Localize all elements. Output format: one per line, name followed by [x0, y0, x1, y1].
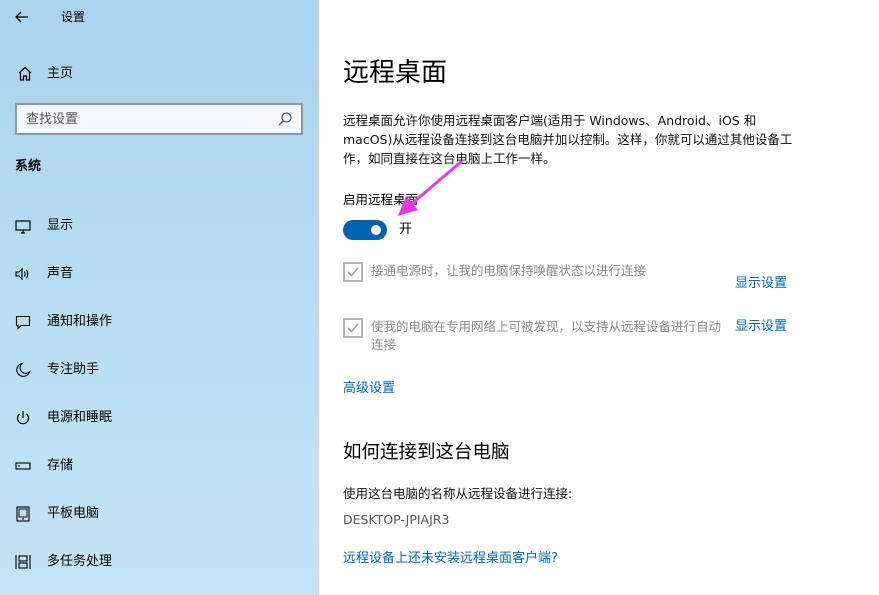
- tablet-icon: [16, 506, 30, 522]
- enable-remote-desktop-toggle[interactable]: [343, 220, 387, 240]
- keep-awake-checkbox[interactable]: [343, 262, 363, 282]
- sidebar-section-title: 系统: [15, 159, 42, 174]
- back-button[interactable]: [8, 5, 36, 29]
- page-title: 远程桌面: [343, 58, 448, 88]
- sidebar-item-storage[interactable]: 存储: [0, 450, 319, 482]
- title-bar: 设置: [0, 0, 319, 34]
- discoverable-label: 使我的电脑在专用网络上可被发现，以支持从远程设备进行自动连接: [371, 319, 722, 352]
- storage-icon: [15, 462, 31, 470]
- sidebar-item-label: 声音: [47, 266, 74, 281]
- sidebar-item-home[interactable]: 主页: [0, 60, 319, 88]
- monitor-icon: [15, 220, 31, 234]
- home-icon: [18, 66, 32, 81]
- sidebar-item-multitasking[interactable]: 多任务处理: [0, 546, 319, 578]
- sidebar-item-label: 通知和操作: [47, 314, 113, 329]
- checkmark-icon: [347, 323, 359, 333]
- moon-icon: [16, 362, 31, 377]
- sidebar-item-display[interactable]: 显示: [0, 210, 319, 242]
- display-settings-link-1[interactable]: 显示设置: [735, 276, 787, 292]
- back-arrow-icon: [15, 11, 28, 23]
- checkmark-icon: [347, 267, 359, 277]
- advanced-settings-link[interactable]: 高级设置: [343, 381, 395, 397]
- search-icon[interactable]: [277, 111, 293, 127]
- speaker-icon: [15, 267, 29, 281]
- toggle-knob: [371, 225, 381, 235]
- section-heading: 如何连接到这台电脑: [343, 442, 510, 463]
- search-box[interactable]: [15, 103, 303, 135]
- sidebar-item-label: 平板电脑: [47, 506, 100, 521]
- install-client-link[interactable]: 远程设备上还未安装远程桌面客户端?: [343, 551, 558, 567]
- search-input[interactable]: [26, 105, 266, 133]
- toggle-state-label: 开: [399, 222, 413, 237]
- pc-name: DESKTOP-JPIAJR3: [343, 512, 450, 527]
- keep-awake-label: 接通电源时，让我的电脑保持唤醒状态以进行连接: [371, 263, 647, 278]
- sidebar: 设置 主页 系统 显示 声音 通知和操作: [0, 0, 319, 595]
- sidebar-item-label: 存储: [47, 458, 74, 473]
- sidebar-item-label: 电源和睡眠: [47, 410, 113, 425]
- sidebar-item-focus-assist[interactable]: 专注助手: [0, 354, 319, 386]
- main-content: 远程桌面 远程桌面允许你使用远程桌面客户端(适用于 Windows、Androi…: [319, 0, 879, 595]
- message-icon: [15, 315, 31, 330]
- power-icon: [16, 411, 30, 425]
- multitask-icon: [15, 555, 31, 569]
- window-title: 设置: [61, 10, 86, 24]
- annotation-arrow-icon: [398, 159, 463, 216]
- display-settings-link-2[interactable]: 显示设置: [735, 319, 787, 335]
- sidebar-item-sound[interactable]: 声音: [0, 258, 319, 290]
- sidebar-item-power[interactable]: 电源和睡眠: [0, 402, 319, 434]
- connect-instructions: 使用这台电脑的名称从远程设备进行连接:: [343, 486, 573, 501]
- sidebar-item-label: 专注助手: [47, 362, 100, 377]
- sidebar-item-label: 多任务处理: [47, 554, 113, 569]
- sidebar-item-tablet[interactable]: 平板电脑: [0, 498, 319, 530]
- sidebar-item-notifications[interactable]: 通知和操作: [0, 306, 319, 338]
- sidebar-item-label: 主页: [47, 66, 74, 81]
- sidebar-item-label: 显示: [47, 218, 74, 233]
- discoverable-checkbox[interactable]: [343, 318, 363, 338]
